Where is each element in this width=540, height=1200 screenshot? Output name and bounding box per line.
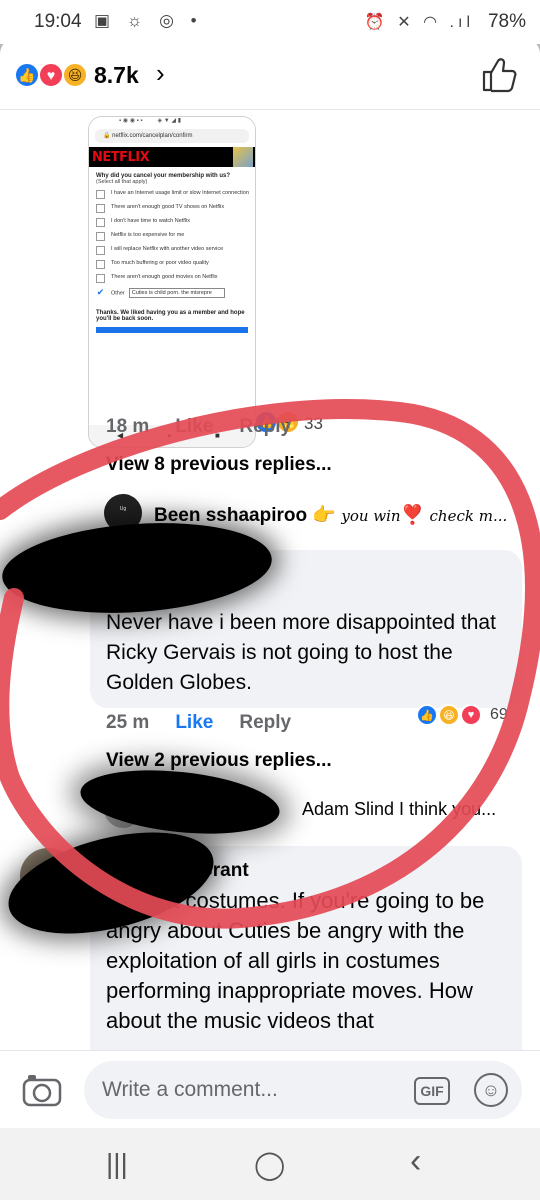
reaction-count[interactable]: 8.7k xyxy=(94,62,139,89)
progress-bar xyxy=(96,327,248,333)
like-reaction-icon: 👍 xyxy=(14,62,40,88)
gif-button[interactable]: GIF xyxy=(414,1077,450,1105)
love-reaction-icon: ♥ xyxy=(38,62,64,88)
survey-option-label: I will replace Netflix with another vide… xyxy=(111,246,224,252)
system-icons: ⏰ ✕ ◠ .ıl xyxy=(364,14,474,31)
survey-option: There aren't enough good movies on Netfl… xyxy=(89,274,255,283)
checkbox-icon xyxy=(96,260,105,269)
netflix-header: NETFLIX xyxy=(89,147,255,167)
survey-option: There aren't enough good TV shows on Net… xyxy=(89,204,255,213)
survey-option: I have an Internet usage limit or slow I… xyxy=(89,190,255,199)
survey-option-label: I have an Internet usage limit or slow I… xyxy=(111,190,249,196)
survey-option: Netflix is too expensive for me xyxy=(89,232,255,241)
checkbox-checked-icon: ✔ xyxy=(96,287,105,297)
checkbox-icon xyxy=(96,218,105,227)
survey-option-label: Netflix is too expensive for me xyxy=(111,232,185,238)
battery-level: 78% xyxy=(487,11,526,32)
comment-placeholder: Write a comment... xyxy=(102,1078,278,1101)
back-button[interactable]: ‹ xyxy=(410,1142,421,1181)
netflix-logo: NETFLIX xyxy=(92,150,150,165)
checkbox-icon xyxy=(96,232,105,241)
survey-option-label: Too much buffering or poor video quality xyxy=(111,260,209,266)
survey-option: I will replace Netflix with another vide… xyxy=(89,246,255,255)
embedded-url-bar: 🔒 netflix.com/cancelplan/confirm xyxy=(95,129,249,143)
camera-icon[interactable] xyxy=(22,1073,62,1107)
like-outline-icon[interactable] xyxy=(478,54,518,94)
survey-subtext: (Select all that apply) xyxy=(96,179,148,185)
checkbox-icon xyxy=(96,246,105,255)
emoji-icon[interactable]: ☺ xyxy=(474,1073,508,1107)
survey-options: I have an Internet usage limit or slow I… xyxy=(89,190,255,283)
survey-option-label: I don't have time to watch Netflix xyxy=(111,218,191,224)
embedded-status-bar: ▪ ◉ ◉ ▪ ▪ ◈ ▼ ◢ ▮ xyxy=(89,117,255,129)
survey-option: I don't have time to watch Netflix xyxy=(89,218,255,227)
survey-option-label: There aren't enough good movies on Netfl… xyxy=(111,274,218,280)
haha-reaction-icon: 😆 xyxy=(62,62,88,88)
recents-button[interactable]: ||| xyxy=(106,1148,128,1180)
comments-sheet: 👍 ♥ 😆 8.7k › ▪ ◉ ◉ ▪ ▪ ◈ ▼ ◢ ▮ 🔒 netflix… xyxy=(0,38,540,1128)
embedded-url: netflix.com/cancelplan/confirm xyxy=(112,133,193,139)
other-input: Cuties is child porn. the misrepre xyxy=(128,288,225,298)
notification-icons: ▣ ☼ ◎ • xyxy=(94,11,203,30)
other-label: Other xyxy=(111,290,125,297)
survey-option-label: There aren't enough good TV shows on Net… xyxy=(111,204,225,210)
thanks-message: Thanks. We liked having you as a member … xyxy=(96,310,245,322)
comment-input[interactable]: Write a comment... GIF ☺ xyxy=(84,1061,522,1119)
survey-option: Too much buffering or poor video quality xyxy=(89,260,255,269)
chevron-right-icon[interactable]: › xyxy=(156,58,165,89)
comment-composer: Write a comment... GIF ☺ xyxy=(0,1050,540,1128)
survey-question: Why did you cancel your membership with … xyxy=(96,173,231,179)
checkbox-icon xyxy=(96,204,105,213)
reactions-header[interactable]: 👍 ♥ 😆 8.7k › xyxy=(0,38,540,110)
lock-icon: 🔒 xyxy=(103,133,111,139)
status-time: 19:04 xyxy=(34,11,82,32)
survey-option-other: ✔ Other Cuties is child porn. the misrepr… xyxy=(89,288,255,298)
home-button[interactable]: ◯ xyxy=(254,1148,285,1181)
checkbox-icon xyxy=(96,190,105,199)
red-circle-annotation xyxy=(0,399,540,929)
system-nav-bar: ||| ◯ ‹ xyxy=(0,1128,540,1200)
profile-thumbnail xyxy=(233,147,253,167)
checkbox-icon xyxy=(96,274,105,283)
